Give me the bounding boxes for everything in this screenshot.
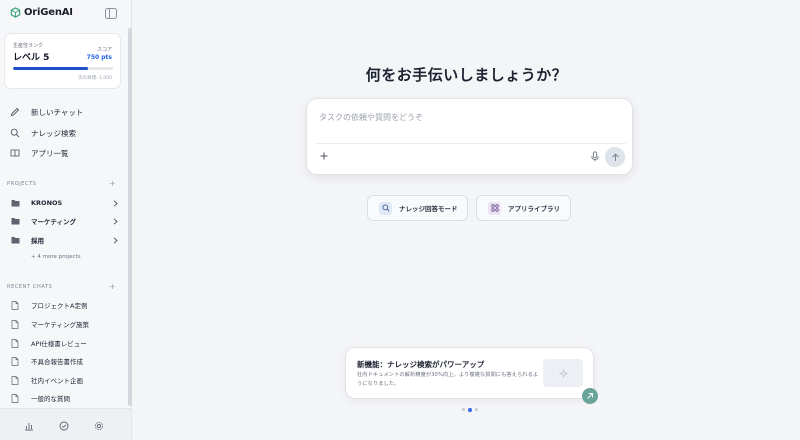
recent-chat-item[interactable]: 不具合報告書作成 <box>11 355 83 367</box>
document-icon <box>11 375 19 385</box>
prompt-input[interactable] <box>319 109 619 125</box>
add-project-button[interactable]: + <box>109 180 116 188</box>
chevron-right-icon <box>113 236 118 244</box>
nav-app-list[interactable]: アプリ一覧 <box>10 146 69 160</box>
app-logo[interactable]: OriGenAI <box>10 7 73 18</box>
document-icon <box>11 319 19 329</box>
score-value: 750 pts <box>86 54 112 61</box>
news-open-button[interactable] <box>582 388 598 404</box>
document-icon <box>11 300 19 310</box>
recent-chat-item[interactable]: 一般的な質問 <box>11 392 70 404</box>
recent-chat-label: API仕様書レビュー <box>31 340 87 348</box>
book-icon <box>10 149 20 157</box>
carousel-dots <box>462 408 478 412</box>
rank-value: レベル 5 <box>13 53 50 63</box>
news-description: 社内ドキュメントの解析精度が30%向上。より複雑な質問にも答えられるようになりま… <box>357 372 539 387</box>
rank-progress-bar <box>13 67 113 70</box>
folder-icon <box>11 218 20 225</box>
rank-progress-fill <box>13 67 88 70</box>
input-divider <box>315 143 626 144</box>
recent-chat-item[interactable]: API仕様書レビュー <box>11 337 87 349</box>
sidebar: OriGenAI 生産性ランク レベル 5 スコア 750 pts 次の目標: … <box>0 0 132 440</box>
main-area: 何をお手伝いしましょうか？ ナレッジ回答モード <box>133 0 800 440</box>
arrow-up-icon <box>611 153 619 161</box>
nav-new-chat-label: 新しいチャット <box>31 107 84 117</box>
folder-icon <box>11 237 20 244</box>
productivity-rank-card: 生産性ランク レベル 5 スコア 750 pts 次の目標: 1,000 <box>4 33 121 89</box>
page-title: 何をお手伝いしましょうか？ <box>365 66 568 84</box>
chevron-right-icon <box>113 199 118 207</box>
recent-chat-item[interactable]: マーケティング施策 <box>11 318 89 330</box>
sidebar-scroll-area: OriGenAI 生産性ランク レベル 5 スコア 750 pts 次の目標: … <box>0 0 128 408</box>
sparkle-icon <box>558 368 568 378</box>
grid-icon <box>488 201 501 215</box>
recent-chat-label: プロジェクトA定例 <box>31 302 88 310</box>
knowledge-answer-mode-label: ナレッジ回答モード <box>399 205 458 213</box>
rank-label: 生産性ランク <box>13 43 44 49</box>
recent-chats-section-title: RECENT CHATS <box>7 284 53 290</box>
check-circle-icon[interactable] <box>59 421 69 431</box>
project-label: 採用 <box>31 237 44 245</box>
logo-icon <box>10 7 21 18</box>
carousel-dot[interactable] <box>462 408 465 412</box>
chart-icon[interactable] <box>24 421 34 431</box>
projects-section-title: PROJECTS <box>7 181 37 187</box>
score-label: スコア <box>96 47 112 53</box>
news-card[interactable]: 新機能：ナレッジ検索がパワーアップ 社内ドキュメントの解析精度が30%向上。より… <box>345 347 594 399</box>
knowledge-answer-mode-button[interactable]: ナレッジ回答モード <box>367 195 468 221</box>
document-icon <box>11 356 19 366</box>
nav-knowledge-search-label: ナレッジ検索 <box>31 128 76 138</box>
chevron-right-icon <box>113 217 118 225</box>
project-item[interactable]: KRONOS <box>11 197 118 209</box>
gear-icon[interactable] <box>94 421 104 431</box>
nav-app-list-label: アプリ一覧 <box>31 148 69 158</box>
search-icon <box>379 201 392 215</box>
search-icon <box>10 128 20 138</box>
prompt-input-card <box>306 98 633 175</box>
recent-chat-label: マーケティング施策 <box>31 321 89 329</box>
attach-plus-icon[interactable] <box>319 151 329 161</box>
recent-chat-item[interactable]: 社内イベント企画 <box>11 374 83 386</box>
arrow-up-right-icon <box>587 393 593 399</box>
project-label: マーケティング <box>31 218 76 226</box>
send-button[interactable] <box>605 147 625 167</box>
project-label: KRONOS <box>31 199 63 207</box>
news-title: 新機能：ナレッジ検索がパワーアップ <box>357 360 485 369</box>
nav-knowledge-search[interactable]: ナレッジ検索 <box>10 126 76 140</box>
folder-icon <box>11 200 20 207</box>
pencil-icon <box>10 107 20 117</box>
document-icon <box>11 393 19 403</box>
app-name: OriGenAI <box>24 7 73 18</box>
add-chat-button[interactable]: + <box>109 283 116 291</box>
sidebar-footer <box>0 408 131 440</box>
project-item[interactable]: マーケティング <box>11 215 118 227</box>
recent-chat-label: 不具合報告書作成 <box>31 358 83 366</box>
microphone-icon[interactable] <box>590 151 600 162</box>
more-projects-link[interactable]: + 4 more projects <box>31 254 81 260</box>
recent-chat-item[interactable]: プロジェクトA定例 <box>11 299 87 311</box>
news-thumbnail <box>543 359 583 387</box>
recent-chat-label: 社内イベント企画 <box>31 377 83 385</box>
document-icon <box>11 338 19 348</box>
nav-new-chat[interactable]: 新しいチャット <box>10 105 83 119</box>
next-goal-text: 次の目標: 1,000 <box>78 76 112 81</box>
sidebar-scrollbar[interactable] <box>128 28 132 406</box>
app-library-label: アプリライブラリ <box>508 205 560 213</box>
carousel-dot-active[interactable] <box>468 408 472 412</box>
carousel-dot[interactable] <box>474 408 478 412</box>
project-item[interactable]: 採用 <box>11 234 118 246</box>
sidebar-toggle-icon[interactable] <box>105 8 117 19</box>
recent-chat-label: 一般的な質問 <box>31 395 70 403</box>
app-library-button[interactable]: アプリライブラリ <box>476 195 571 221</box>
